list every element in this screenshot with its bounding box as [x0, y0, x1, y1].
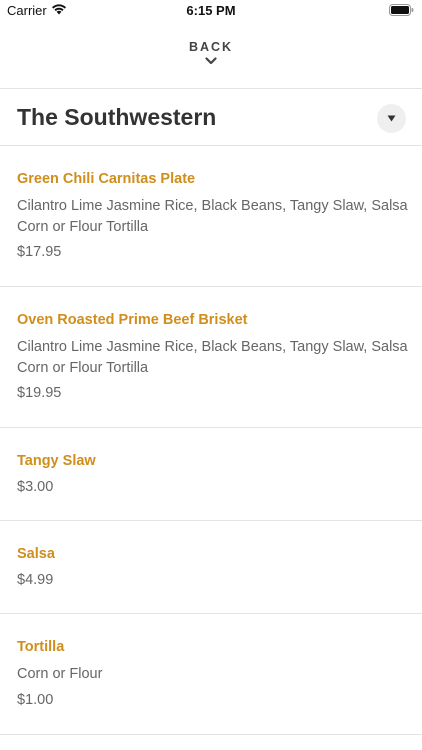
back-button[interactable]: BACK	[0, 38, 422, 78]
item-price: $3.00	[17, 479, 54, 495]
item-name: Tangy Slaw	[17, 453, 96, 469]
chevron-down-icon	[205, 57, 217, 65]
item-price: $1.00	[17, 692, 54, 708]
item-description: Corn or Flour	[17, 666, 103, 682]
item-name: Salsa	[17, 546, 55, 562]
menu-item[interactable]: Green Chili Carnitas Plate Cilantro Lime…	[0, 146, 422, 286]
menu-item[interactable]: Salsa $4.99	[0, 521, 422, 613]
section-dropdown-button[interactable]	[377, 104, 406, 133]
item-name: Green Chili Carnitas Plate	[17, 171, 196, 187]
clock: 6:15 PM	[186, 3, 236, 18]
back-label: BACK	[188, 40, 234, 54]
status-bar: Carrier 6:15 PM	[0, 0, 422, 22]
item-name: Tortilla	[17, 639, 65, 655]
section-title: The Southwestern	[17, 104, 217, 130]
item-price: $4.99	[17, 572, 54, 588]
item-price: $19.95	[17, 385, 62, 401]
battery-icon	[389, 4, 414, 16]
item-description: Cilantro Lime Jasmine Rice, Black Beans,…	[17, 339, 408, 376]
item-price: $17.95	[17, 244, 62, 260]
item-description: Cilantro Lime Jasmine Rice, Black Beans,…	[17, 198, 408, 235]
item-name: Oven Roasted Prime Beef Brisket	[17, 312, 248, 328]
menu-item[interactable]: Oven Roasted Prime Beef Brisket Cilantro…	[0, 287, 422, 427]
menu-item[interactable]: Tortilla Corn or Flour $1.00	[0, 614, 422, 734]
triangle-down-icon	[387, 115, 396, 122]
section-header: The Southwestern	[0, 89, 422, 145]
divider	[0, 734, 422, 735]
menu-item[interactable]: Tangy Slaw $3.00	[0, 428, 422, 520]
